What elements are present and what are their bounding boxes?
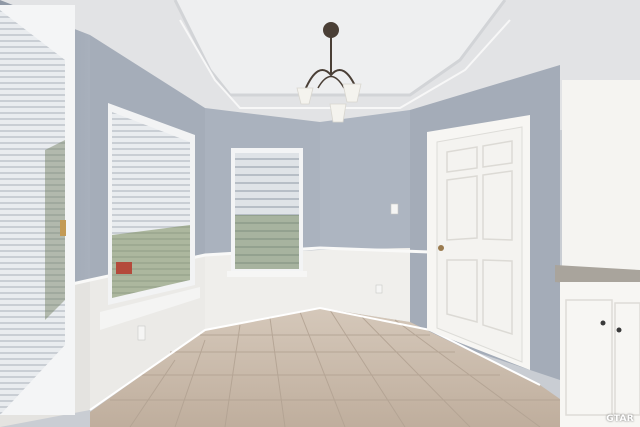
room-illustration: [0, 0, 640, 427]
center-wall: [320, 110, 410, 250]
cabinet-knob-right: [616, 327, 622, 333]
chandelier-canopy: [323, 22, 339, 38]
center-window-sill: [227, 271, 307, 277]
room-photo: GTAR: [0, 0, 640, 427]
door: [436, 126, 523, 363]
blind-tassel: [60, 220, 66, 236]
upper-cabinet: [562, 80, 640, 270]
light-switch: [390, 203, 399, 215]
cabinet-knob: [600, 320, 606, 326]
watermark-logo: GTAR: [606, 414, 634, 424]
left-outlet: [137, 325, 146, 341]
door-knob: [438, 245, 444, 251]
outdoor-flowerpot: [116, 262, 132, 274]
wall-outlet: [375, 284, 383, 294]
